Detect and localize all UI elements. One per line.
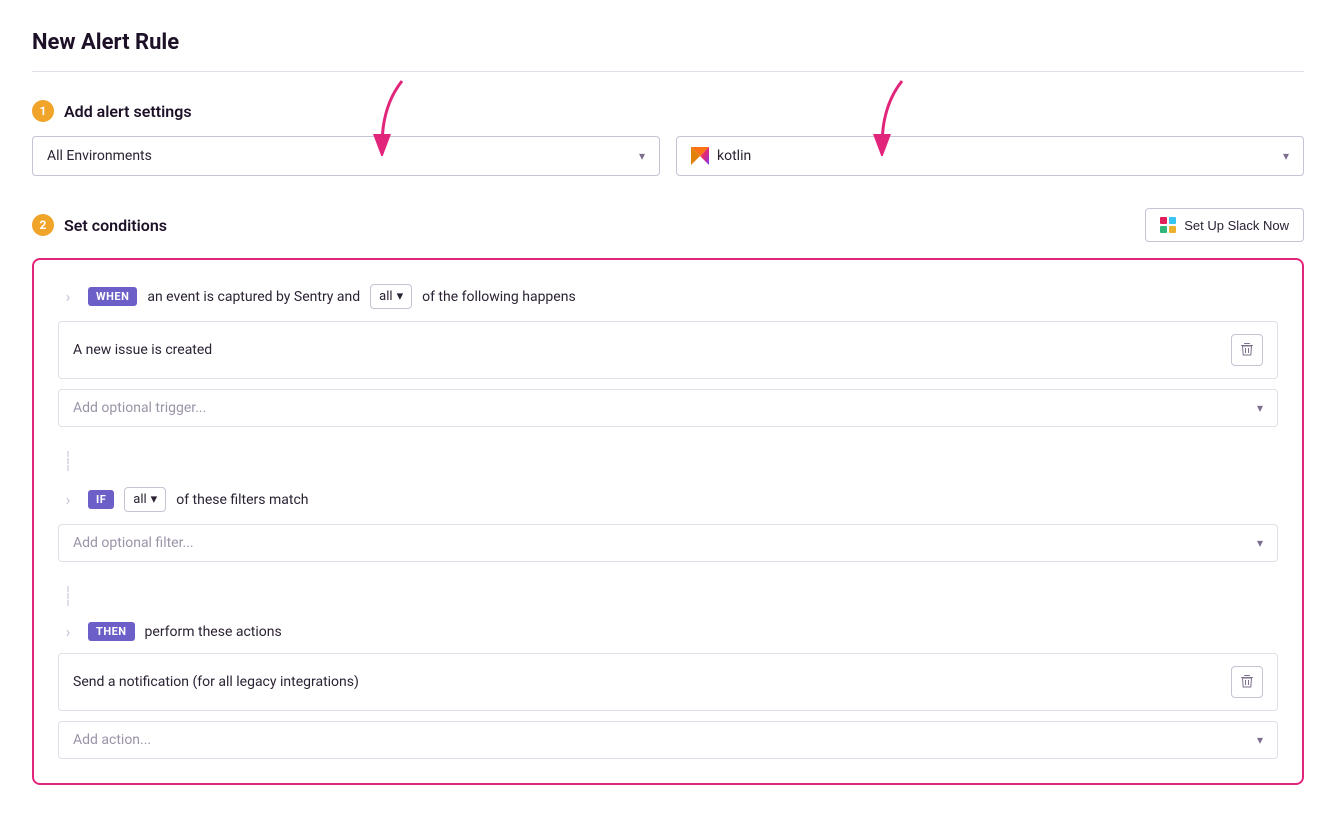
environment-chevron-icon: ▾ <box>639 149 645 163</box>
page-title: New Alert Rule <box>32 30 1304 72</box>
conditions-container: › WHEN an event is captured by Sentry an… <box>32 258 1304 785</box>
when-row: › WHEN an event is captured by Sentry an… <box>58 284 1278 309</box>
kotlin-icon <box>691 147 709 165</box>
project-dropdown[interactable]: kotlin ▾ <box>676 136 1304 176</box>
divider-2 <box>67 586 1278 606</box>
then-prefix-text: perform these actions <box>145 624 282 640</box>
slack-button-label: Set Up Slack Now <box>1184 218 1289 233</box>
delete-action-button[interactable] <box>1231 666 1263 698</box>
slack-icon <box>1160 217 1176 233</box>
set-up-slack-button[interactable]: Set Up Slack Now <box>1145 208 1304 242</box>
add-action-chevron-icon: ▾ <box>1257 733 1263 747</box>
action-item-text: Send a notification (for all legacy inte… <box>73 674 359 690</box>
add-filter-placeholder: Add optional filter... <box>73 535 194 551</box>
step2-badge: 2 <box>32 214 54 236</box>
divider-1 <box>67 451 1278 471</box>
add-filter-dropdown[interactable]: Add optional filter... ▾ <box>58 524 1278 562</box>
then-row: › THEN perform these actions <box>58 622 1278 641</box>
trash-icon-2 <box>1240 674 1254 691</box>
when-suffix-text: of the following happens <box>422 289 576 305</box>
when-selector-value: all <box>379 289 392 304</box>
step2-header-row: 2 Set conditions Set Up Slack Now <box>32 208 1304 242</box>
trigger-item-text: A new issue is created <box>73 342 212 358</box>
environment-value: All Environments <box>47 148 152 164</box>
action-item-box: Send a notification (for all legacy inte… <box>58 653 1278 711</box>
step1-title: Add alert settings <box>64 102 192 121</box>
add-action-placeholder: Add action... <box>73 732 151 748</box>
when-tag: WHEN <box>88 287 137 306</box>
step2-header: 2 Set conditions <box>32 214 167 236</box>
when-block: › WHEN an event is captured by Sentry an… <box>58 284 1278 427</box>
if-block: › IF all ▾ of these filters match Add op… <box>58 487 1278 562</box>
add-trigger-dropdown[interactable]: Add optional trigger... ▾ <box>58 389 1278 427</box>
add-trigger-placeholder: Add optional trigger... <box>73 400 206 416</box>
if-suffix-text: of these filters match <box>176 492 308 508</box>
add-action-dropdown[interactable]: Add action... ▾ <box>58 721 1278 759</box>
step2-title: Set conditions <box>64 216 167 235</box>
step1-badge: 1 <box>32 100 54 122</box>
if-drag-handle[interactable]: › <box>58 490 78 509</box>
trash-icon <box>1240 342 1254 359</box>
if-all-select[interactable]: all ▾ <box>124 487 166 512</box>
if-chevron-icon: ▾ <box>151 492 158 507</box>
when-chevron-icon: ▾ <box>397 289 404 304</box>
then-tag: THEN <box>88 622 135 641</box>
delete-trigger-button[interactable] <box>1231 334 1263 366</box>
project-value: kotlin <box>717 148 751 164</box>
then-drag-handle[interactable]: › <box>58 622 78 641</box>
trigger-item-box: A new issue is created <box>58 321 1278 379</box>
project-chevron-icon: ▾ <box>1283 149 1289 163</box>
when-prefix-text: an event is captured by Sentry and <box>147 289 360 305</box>
if-selector-value: all <box>133 492 146 507</box>
step1-header: 1 Add alert settings <box>32 100 1304 122</box>
when-all-select[interactable]: all ▾ <box>370 284 412 309</box>
dropdowns-row: All Environments ▾ <box>32 136 1304 176</box>
then-block: › THEN perform these actions Send a noti… <box>58 622 1278 759</box>
if-row: › IF all ▾ of these filters match <box>58 487 1278 512</box>
add-trigger-chevron-icon: ▾ <box>1257 401 1263 415</box>
add-filter-chevron-icon: ▾ <box>1257 536 1263 550</box>
environment-dropdown[interactable]: All Environments ▾ <box>32 136 660 176</box>
when-drag-handle[interactable]: › <box>58 287 78 306</box>
if-tag: IF <box>88 490 114 509</box>
